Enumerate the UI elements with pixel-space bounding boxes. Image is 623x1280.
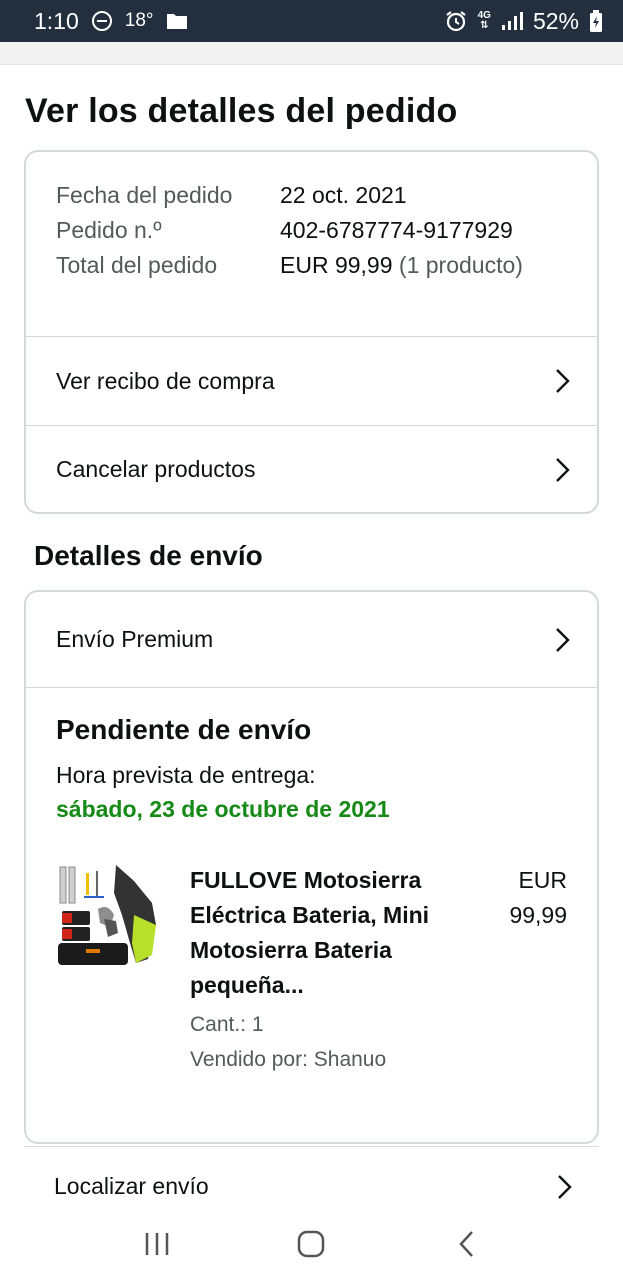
order-total-label: Total del pedido bbox=[56, 252, 218, 278]
product-item: FULLOVE Motosierra Eléctrica Bateria, Mi… bbox=[56, 863, 567, 1077]
order-date-value: 22 oct. 2021 bbox=[280, 182, 407, 208]
battery-percent: 52% bbox=[532, 7, 579, 34]
shipping-card: Envío Premium Pendiente de envío Hora pr… bbox=[24, 590, 599, 1144]
chevron-right-icon bbox=[553, 1173, 575, 1201]
order-date-row: Fecha del pedido 22 oct. 2021 bbox=[56, 178, 567, 213]
status-time: 1:10 bbox=[34, 7, 79, 34]
chevron-right-icon bbox=[551, 626, 573, 654]
product-quantity: Cant.: 1 bbox=[190, 1013, 264, 1036]
shipping-method-label: Envío Premium bbox=[56, 626, 214, 652]
chevron-right-icon bbox=[551, 456, 573, 484]
chainsaw-kit-image bbox=[58, 865, 156, 965]
order-total-value: EUR 99,99 (1 producto) bbox=[280, 248, 567, 283]
cancel-products-label: Cancelar productos bbox=[56, 456, 256, 482]
view-receipt-label: Ver recibo de compra bbox=[56, 367, 275, 394]
shipment-status: Pendiente de envío bbox=[56, 714, 312, 745]
product-price: EUR 99,99 bbox=[477, 863, 567, 1077]
alarm-icon bbox=[444, 9, 468, 33]
shipment-details: Pendiente de envío Hora prevista de entr… bbox=[26, 688, 597, 1103]
order-total-row: Total del pedido EUR 99,99 (1 producto) bbox=[56, 248, 567, 283]
order-info: Fecha del pedido 22 oct. 2021 Pedido n.º… bbox=[26, 152, 597, 337]
header-strip bbox=[0, 42, 623, 65]
order-number-value: 402-6787774-9177929 bbox=[280, 217, 513, 243]
track-shipment-label: Localizar envío bbox=[54, 1173, 209, 1199]
product-name[interactable]: FULLOVE Motosierra Eléctrica Bateria, Mi… bbox=[190, 863, 440, 1003]
order-number-row: Pedido n.º 402-6787774-9177929 bbox=[56, 213, 567, 248]
shipping-section-title: Detalles de envío bbox=[34, 540, 263, 571]
product-seller: Vendido por: Shanuo bbox=[190, 1048, 387, 1071]
network-type-icon: 4G ⇅ bbox=[477, 10, 491, 31]
product-info: FULLOVE Motosierra Eléctrica Bateria, Mi… bbox=[190, 863, 440, 1077]
do-not-disturb-icon bbox=[91, 10, 113, 32]
shipping-method-link[interactable]: Envío Premium bbox=[26, 592, 597, 688]
product-price-currency: EUR bbox=[518, 867, 567, 893]
battery-charging-icon bbox=[589, 10, 603, 32]
system-nav-bar bbox=[0, 1208, 623, 1280]
cancel-products-link[interactable]: Cancelar productos bbox=[26, 425, 597, 512]
delivery-eta-date: sábado, 23 de octubre de 2021 bbox=[56, 796, 390, 822]
order-summary-card: Fecha del pedido 22 oct. 2021 Pedido n.º… bbox=[24, 150, 599, 514]
order-total-amount: EUR 99,99 bbox=[280, 252, 393, 278]
signal-icon bbox=[501, 11, 523, 31]
order-total-count: (1 producto) bbox=[398, 252, 523, 278]
status-bar: 1:10 18° 4G ⇅ 52% bbox=[0, 0, 623, 42]
page-title: Ver los detalles del pedido bbox=[25, 92, 458, 130]
delivery-eta-label: Hora prevista de entrega: bbox=[56, 762, 316, 788]
order-date-label: Fecha del pedido bbox=[56, 182, 233, 208]
home-icon[interactable] bbox=[291, 1224, 331, 1264]
product-thumbnail[interactable] bbox=[56, 863, 168, 973]
recents-icon[interactable] bbox=[137, 1224, 177, 1264]
chevron-right-icon bbox=[551, 367, 573, 395]
back-icon[interactable] bbox=[446, 1224, 486, 1264]
product-price-value: 99,99 bbox=[509, 902, 567, 928]
folder-icon bbox=[166, 12, 188, 30]
status-temperature: 18° bbox=[124, 10, 154, 31]
view-receipt-link[interactable]: Ver recibo de compra bbox=[26, 337, 597, 425]
order-number-label: Pedido n.º bbox=[56, 217, 162, 243]
